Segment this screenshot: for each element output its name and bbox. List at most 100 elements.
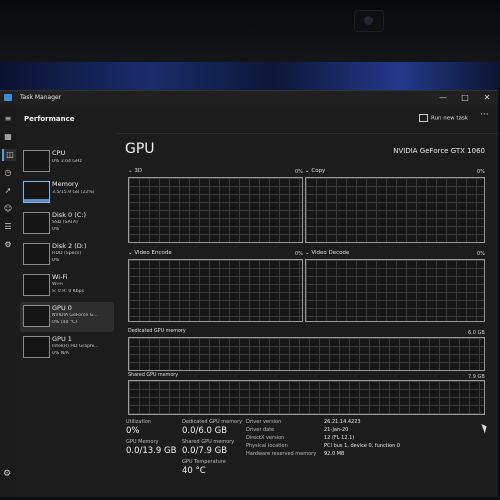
shared-memory-label: Shared GPU memory xyxy=(128,373,179,378)
gpu-temperature-value: 40 °C xyxy=(182,466,206,476)
disk0-mini-graph xyxy=(23,212,50,234)
reserved-memory-label: Hardware reserved memory xyxy=(246,451,317,457)
engine-3d-graph xyxy=(128,177,303,243)
gpu-panel: Run new task ··· GPU NVIDIA GeForce GTX … xyxy=(116,105,498,497)
engine-video-encode-graph xyxy=(128,259,303,322)
hamburger-icon[interactable]: ≡ xyxy=(2,113,14,125)
sidebar-item-gpu1[interactable]: GPU 1 Intel(R) HD Graphi... 0% N/A xyxy=(20,333,114,363)
shared-stat-value: 0.0/7.9 GB xyxy=(182,446,228,456)
sidebar-item-gpu0[interactable]: GPU 0 NVIDIA GeForce G... 0% (40 °C) xyxy=(20,302,114,332)
task-manager-window: Task Manager — □ ✕ ≡ ▦ ◫ ◷ ➚ ☺ ☰ ⚙ ⚙ Per… xyxy=(0,90,498,497)
sidebar-item-title: Wi-Fi xyxy=(52,273,68,281)
toolbar: Run new task ··· xyxy=(116,105,498,134)
run-task-icon xyxy=(419,114,428,122)
engine-3d-label[interactable]: ⌄ 3D xyxy=(128,168,142,174)
sidebar-item-sub: Wi-Fi xyxy=(52,282,63,287)
nav-rail: ≡ ▦ ◫ ◷ ➚ ☺ ☰ ⚙ ⚙ xyxy=(0,105,16,497)
reserved-memory-value: 92.0 MB xyxy=(324,451,345,457)
gpu0-mini-graph xyxy=(23,305,50,327)
gpu1-mini-graph xyxy=(23,336,50,358)
performance-sidebar: Performance CPU 0% 3.64 GHz Memory 3.5/1… xyxy=(16,105,116,497)
sidebar-item-title: Memory xyxy=(52,180,79,188)
dedicated-stat-label: Dedicated GPU memory xyxy=(182,419,243,425)
gpu-memory-value: 0.0/13.9 GB xyxy=(126,446,177,456)
sidebar-item-sub2: S: 0 R: 0 Kbps xyxy=(52,289,84,294)
utilization-value: 0% xyxy=(126,426,140,436)
sidebar-item-title: GPU 0 xyxy=(52,304,72,312)
engine-video-encode-pct: 0% xyxy=(295,251,303,257)
gpu-temperature-label: GPU Temperature xyxy=(182,459,226,465)
dedicated-memory-graph xyxy=(128,337,485,371)
performance-icon[interactable]: ◫ xyxy=(2,149,16,161)
sidebar-item-disk2[interactable]: Disk 2 (D:) HDD (Specs) 0% xyxy=(20,240,114,270)
page-title: Performance xyxy=(24,115,75,123)
engine-copy-label[interactable]: ⌄ Copy xyxy=(305,168,325,174)
disk2-mini-graph xyxy=(23,243,50,265)
dedicated-memory-label: Dedicated GPU memory xyxy=(128,329,186,334)
desktop-wallpaper xyxy=(0,62,500,90)
startup-apps-icon[interactable]: ➚ xyxy=(2,185,14,197)
settings-icon[interactable]: ⚙ xyxy=(3,469,11,479)
run-new-task-button[interactable]: Run new task xyxy=(419,114,468,122)
maximize-button[interactable]: □ xyxy=(458,93,472,102)
engine-video-encode-label[interactable]: ⌄ Video Encode xyxy=(128,250,172,256)
gpu-model-name: NVIDIA GeForce GTX 1060 xyxy=(393,147,485,155)
sidebar-item-title: Disk 0 (C:) xyxy=(52,211,87,219)
sidebar-item-sub: 3.5/15.9 GB (22%) xyxy=(52,190,95,195)
services-icon[interactable]: ⚙ xyxy=(2,239,14,251)
more-options-button[interactable]: ··· xyxy=(480,110,489,120)
directx-version-value: 12 (FL 12.1) xyxy=(324,435,355,441)
sidebar-item-sub: NVIDIA GeForce G... xyxy=(52,313,98,318)
sidebar-item-sub: 0% 3.64 GHz xyxy=(52,159,82,164)
sidebar-item-sub2: 0% xyxy=(52,258,60,263)
sidebar-item-disk0[interactable]: Disk 0 (C:) SSD (SATA) 0% xyxy=(20,209,114,239)
title-bar: Task Manager — □ ✕ xyxy=(0,91,498,105)
sidebar-item-title: GPU 1 xyxy=(52,335,72,343)
driver-date-label: Driver date xyxy=(246,427,275,433)
sidebar-item-title: Disk 2 (D:) xyxy=(52,242,87,250)
cpu-mini-graph xyxy=(23,150,50,172)
window-title: Task Manager xyxy=(20,94,62,101)
sidebar-item-sub2: 0% xyxy=(52,227,60,232)
engine-3d-pct: 0% xyxy=(295,169,303,175)
sidebar-item-memory[interactable]: Memory 3.5/15.9 GB (22%) xyxy=(20,178,114,208)
run-new-task-label: Run new task xyxy=(431,115,468,122)
sidebar-item-wifi[interactable]: Wi-Fi Wi-Fi S: 0 R: 0 Kbps xyxy=(20,271,114,301)
engine-video-decode-pct: 0% xyxy=(477,251,485,257)
app-history-icon[interactable]: ◷ xyxy=(2,167,14,179)
shared-stat-label: Shared GPU memory xyxy=(182,439,235,445)
close-button[interactable]: ✕ xyxy=(480,93,494,102)
dedicated-memory-max: 6.0 GB xyxy=(468,330,485,336)
physical-location-value: PCI bus 1, device 0, function 0 xyxy=(324,443,401,449)
sidebar-item-title: CPU xyxy=(52,149,66,157)
memory-mini-graph xyxy=(23,181,50,203)
directx-version-label: DirectX version xyxy=(246,435,285,441)
gpu-heading: GPU xyxy=(125,141,155,157)
users-icon[interactable]: ☺ xyxy=(2,203,14,215)
webcam-icon xyxy=(354,10,384,32)
engine-video-decode-label[interactable]: ⌄ Video Decode xyxy=(305,250,349,256)
processes-icon[interactable]: ▦ xyxy=(2,131,14,143)
dedicated-stat-value: 0.0/6.0 GB xyxy=(182,426,228,436)
sidebar-item-sub: HDD (Specs) xyxy=(52,251,82,256)
sidebar-item-sub2: 0% (40 °C) xyxy=(52,320,78,325)
engine-video-decode-graph xyxy=(305,259,485,322)
driver-date-value: 21-Jan-20 xyxy=(324,427,349,433)
sidebar-item-cpu[interactable]: CPU 0% 3.64 GHz xyxy=(20,147,114,177)
driver-version-label: Driver version xyxy=(246,419,282,425)
engine-copy-graph xyxy=(305,177,485,243)
driver-version-value: 26.21.14.4223 xyxy=(324,419,361,425)
wifi-mini-graph xyxy=(23,274,50,296)
laptop-bezel xyxy=(0,0,500,62)
physical-location-label: Physical location xyxy=(246,443,288,449)
sidebar-item-sub: Intel(R) HD Graphi... xyxy=(52,344,99,349)
shared-memory-graph xyxy=(128,380,485,415)
minimize-button[interactable]: — xyxy=(436,93,450,102)
gpu-memory-label: GPU Memory xyxy=(126,439,159,445)
sidebar-item-sub2: 0% N/A xyxy=(52,351,69,356)
sidebar-item-sub: SSD (SATA) xyxy=(52,220,78,225)
task-manager-icon xyxy=(4,94,12,101)
engine-copy-pct: 0% xyxy=(477,169,485,175)
details-icon[interactable]: ☰ xyxy=(2,221,14,233)
utilization-label: Utilization xyxy=(126,419,152,425)
